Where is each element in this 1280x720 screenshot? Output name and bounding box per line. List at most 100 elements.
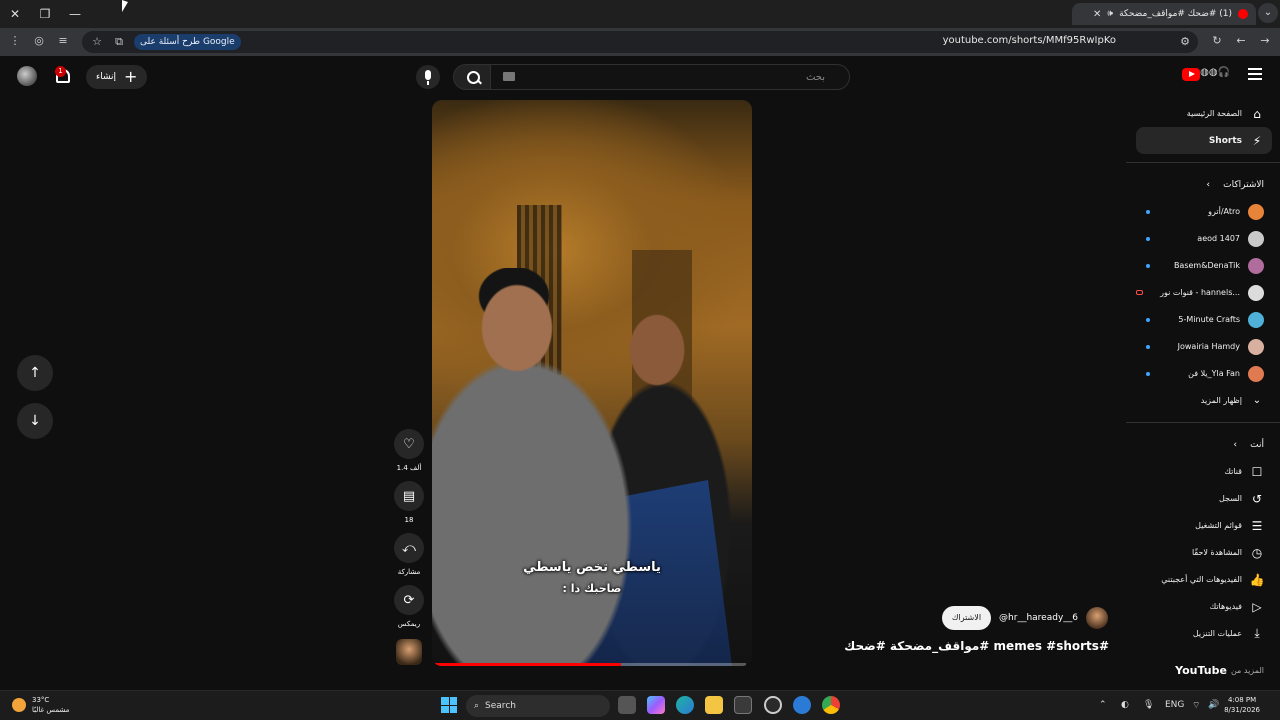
subscribe-button[interactable]: الاشتراك (941, 606, 992, 630)
url-text[interactable]: youtube.com/shorts/MMf95RwIpKo (943, 35, 1116, 46)
sidebar-item-shorts[interactable]: Shorts ⚡ (1136, 127, 1272, 154)
sound-avatar[interactable] (396, 639, 422, 665)
weather-widget[interactable]: 33°C مشمس غالبًا (12, 695, 69, 715)
subscriptions-heading[interactable]: ‹ الاشتراكات (1136, 171, 1272, 198)
sidebar-you-item[interactable]: قوائم التشغيل ☰ (1136, 512, 1272, 539)
subscription-name: aeod 1407 (1197, 234, 1240, 243)
app-icon[interactable] (793, 696, 811, 714)
search-input[interactable] (491, 65, 849, 90)
wifi-icon[interactable]: ⌔ (1192, 700, 1200, 711)
sidebar-you-item[interactable]: قناتك ☐ (1136, 458, 1272, 485)
comments-button[interactable]: ▤ (394, 481, 424, 511)
bookmark-star-icon[interactable]: ☆ (90, 35, 104, 49)
search-box[interactable] (490, 64, 850, 90)
account-avatar[interactable] (17, 66, 37, 86)
video-icon: ▷ (1252, 599, 1262, 614)
video-frame (432, 268, 642, 666)
share-button[interactable]: ⤺ (394, 533, 424, 563)
chrome-icon[interactable] (822, 696, 840, 714)
next-video-button[interactable]: ↓ (17, 403, 53, 439)
channel-avatar[interactable] (1086, 607, 1108, 629)
omnibox[interactable]: ☆ ⧉ طرح أسئلة على Google youtube.com/sho… (82, 31, 1198, 53)
sidebar-subscription-item[interactable]: أترو/Atro (1136, 198, 1272, 225)
create-button[interactable]: إنشاء + (86, 65, 148, 89)
audio-icon: 🕪 (1107, 9, 1114, 19)
sidebar-subscription-item[interactable]: Jowairia Hamdy (1136, 333, 1272, 360)
like-button[interactable]: ♡ (394, 429, 424, 459)
sidebar-you-item[interactable]: الفيديوهات التي أعجبتني 👍 (1136, 566, 1272, 593)
close-tab-icon[interactable]: ✕ (1093, 9, 1101, 20)
taskbar-search[interactable]: ⌕ Search (466, 695, 610, 717)
windows-start-icon[interactable] (441, 697, 457, 713)
shorts-video-player[interactable]: ياسطي تخص ياسطي صاحبك دا : (432, 100, 752, 666)
file-explorer-icon[interactable] (705, 696, 723, 714)
windows-taskbar: 33°C مشمس غالبًا ⌕ Search ⌃ ◐ 🎙 ENG ⌔ 🔊 … (0, 690, 1280, 720)
shorts-icon: ⚡ (1252, 133, 1262, 148)
sidebar-you-item[interactable]: فيديوهاتك ▷ (1136, 593, 1272, 620)
language-indicator[interactable]: ENG (1165, 700, 1184, 710)
channel-handle[interactable]: @hr__haready__6 (999, 613, 1078, 623)
edge-icon[interactable] (676, 696, 694, 714)
subscription-name: Basem&DenaTik (1173, 261, 1240, 270)
video-caption: ياسطي تخص ياسطي صاحبك دا : (432, 557, 752, 599)
microphone-icon[interactable]: 🎙 (1143, 700, 1154, 710)
reading-list-icon[interactable]: ≡ (56, 34, 70, 48)
close-window-button[interactable]: ✕ (4, 4, 26, 24)
sidebar-you-item[interactable]: المشاهدة لاحقًا ◷ (1136, 539, 1272, 566)
site-settings-icon[interactable]: ⚙ (1178, 35, 1192, 49)
sidebar-subscription-item[interactable]: يلا فن_Yla Fan (1136, 360, 1272, 387)
like-count: 1.4 ألف (396, 464, 422, 472)
restore-window-button[interactable]: ❐ (34, 4, 56, 24)
keyboard-icon[interactable] (503, 72, 515, 81)
remix-button[interactable]: ⟳ (394, 585, 424, 615)
menu-dots-icon[interactable]: ⋮ (8, 34, 22, 48)
back-icon[interactable]: ← (1234, 34, 1248, 48)
ask-google-button[interactable]: طرح أسئلة على Google (134, 34, 241, 50)
hamburger-menu-icon[interactable] (1248, 68, 1262, 80)
reload-icon[interactable]: ↻ (1210, 34, 1224, 48)
sidebar-you-item[interactable]: السجل ↺ (1136, 485, 1272, 512)
sidebar-item-label: الصفحة الرئيسية (1186, 109, 1242, 118)
subscription-name: قنوات نور - hannels... (1160, 288, 1240, 297)
sidebar-subscription-item[interactable]: 5-Minute Crafts (1136, 306, 1272, 333)
sidebar-you-item[interactable]: عمليات التنزيل ⤓ (1136, 620, 1272, 647)
video-title[interactable]: #memes #shorts #مواقف_مضحكة #ضحك (844, 639, 1109, 653)
profile-icon[interactable]: ◎ (32, 34, 46, 48)
subscription-avatar (1248, 311, 1264, 328)
video-progress-bar[interactable] (434, 663, 746, 666)
browser-tab[interactable]: ✕ 🕪 (1) #ضحك #مواقف_مضحكة (1072, 3, 1256, 25)
sidebar-subscription-item[interactable]: Basem&DenaTik (1136, 252, 1272, 279)
temperature: 33°C (32, 696, 50, 704)
sidebar-item-label: عمليات التنزيل (1192, 629, 1242, 638)
subscription-avatar (1248, 203, 1264, 220)
sidebar-item-home[interactable]: الصفحة الرئيسية ⌂ (1136, 100, 1272, 127)
minimize-window-button[interactable]: — (64, 4, 86, 24)
forward-icon[interactable]: → (1258, 34, 1272, 48)
sidebar-subscription-item[interactable]: قنوات نور - hannels... (1136, 279, 1272, 306)
taskbar-clock[interactable]: 4:08 PM 8/31/2026 (1224, 695, 1260, 715)
show-more-button[interactable]: إظهار المزيد ⌄ (1136, 387, 1272, 414)
comment-count: 18 (404, 516, 414, 524)
you-list: قناتك ☐ السجل ↺ قوائم التشغيل ☰ المشاهدة لاحقً… (1136, 458, 1272, 647)
install-app-icon[interactable]: ⧉ (112, 35, 126, 49)
sidebar-divider (1126, 422, 1280, 423)
search-button[interactable] (453, 64, 491, 90)
you-heading[interactable]: ‹ أنت (1136, 431, 1272, 458)
voice-search-icon[interactable] (416, 65, 440, 89)
chevron-up-icon[interactable]: ⌃ (1099, 700, 1107, 710)
logo-doodle-icon: ◍◍🎧 (1200, 67, 1230, 78)
settings-icon[interactable] (764, 696, 782, 714)
store-icon[interactable] (734, 696, 752, 714)
volume-icon[interactable]: 🔊 (1208, 700, 1219, 710)
previous-video-button[interactable]: ↑ (17, 355, 53, 391)
copilot-icon[interactable] (647, 696, 665, 714)
task-view-icon[interactable] (618, 696, 636, 714)
youtube-logo-icon[interactable] (1182, 68, 1200, 81)
more-from-brand: YouTube (1175, 664, 1227, 677)
tab-search-button[interactable]: ⌄ (1258, 3, 1278, 23)
sidebar-subscription-item[interactable]: aeod 1407 (1136, 225, 1272, 252)
network-icon[interactable]: ◐ (1121, 700, 1129, 710)
notification-badge: 1 (55, 66, 66, 77)
new-content-dot (1146, 210, 1150, 214)
subscriptions-heading-label: الاشتراكات (1223, 179, 1264, 190)
